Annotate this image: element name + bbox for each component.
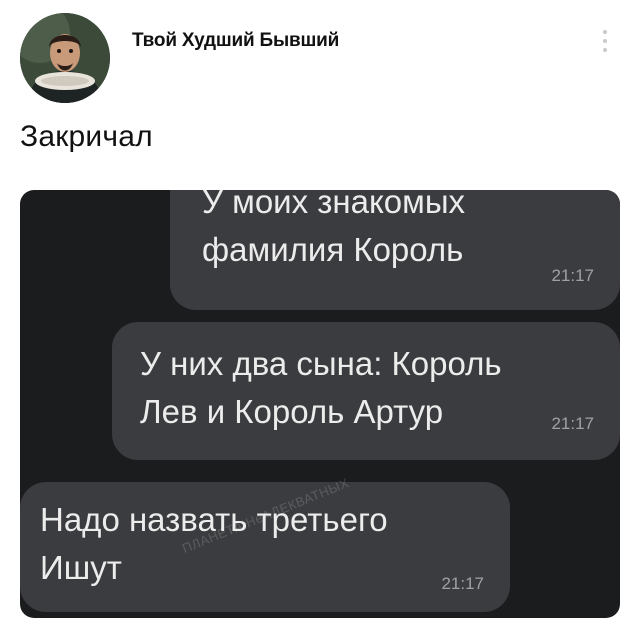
post-text: Закричал: [20, 120, 153, 153]
author-avatar[interactable]: [20, 13, 110, 103]
message-bubble: Надо назвать третьего Ишут 21:17: [20, 482, 510, 612]
message-bubble: У моих знакомых фамилия Король 21:17: [170, 190, 620, 310]
message-time: 21:17: [551, 414, 594, 433]
author-name[interactable]: Твой Худший Бывший: [132, 30, 339, 52]
message-text: У моих знакомых фамилия Король: [202, 190, 466, 268]
chat-screenshot: У моих знакомых фамилия Король 21:17 У н…: [20, 190, 620, 618]
post-header: Твой Худший Бывший: [0, 0, 640, 110]
message-text: У них два сына: Король Лев и Король Арту…: [140, 345, 502, 430]
message-bubble: У них два сына: Король Лев и Король Арту…: [112, 322, 620, 460]
message-time: 21:17: [551, 266, 594, 285]
avatar-image: [20, 13, 110, 103]
more-options-icon[interactable]: [598, 28, 612, 54]
message-time: 21:17: [441, 574, 484, 593]
